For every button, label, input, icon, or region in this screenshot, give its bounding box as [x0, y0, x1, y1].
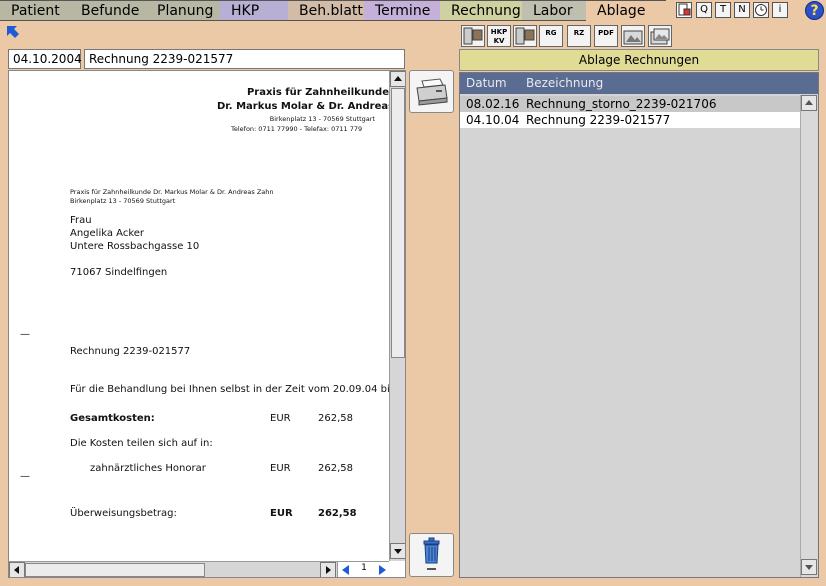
sender-line-1: Praxis für Zahnheilkunde Dr. Markus Mola… — [70, 188, 274, 196]
tab-ablage[interactable]: Ablage — [586, 0, 666, 22]
split-text: Die Kosten teilen sich auf in: — [70, 438, 213, 449]
back-arrow-icon[interactable] — [6, 25, 20, 39]
document-horizontal-scrollbar[interactable]: 1 — [9, 561, 389, 577]
total-value: 262,58 — [318, 413, 353, 424]
trash-icon — [423, 537, 440, 570]
fold-mark-2: — — [20, 471, 30, 482]
next-page-icon[interactable] — [376, 564, 388, 577]
document-vertical-scrollbar[interactable] — [389, 71, 405, 561]
notes-icon[interactable] — [676, 2, 692, 18]
recipient-salutation: Frau — [70, 215, 92, 226]
archive-doc1-icon[interactable] — [461, 25, 485, 47]
recipient-name: Angelika Acker — [70, 228, 145, 239]
print-button[interactable] — [409, 70, 454, 113]
pdf-icon[interactable]: PDF — [594, 25, 618, 47]
t-button[interactable]: T — [715, 2, 731, 18]
horizontal-scroll-thumb[interactable] — [25, 563, 205, 577]
info-button[interactable]: i — [772, 2, 788, 18]
archive-list-scrollbar[interactable] — [800, 95, 817, 577]
archive-row-date: 08.02.16 — [466, 97, 520, 111]
treatment-text: Für die Behandlung bei Ihnen selbst in d… — [70, 384, 389, 395]
help-button[interactable]: ? — [805, 1, 824, 20]
tab-rechnung[interactable]: Rechnung — [440, 0, 526, 21]
archive-row-name: Rechnung 2239-021577 — [526, 113, 671, 127]
recipient-street: Untere Rossbachgasse 10 — [70, 241, 200, 252]
document-preview: Praxis für Zahnheilkunde Dr. Markus Mola… — [8, 70, 406, 578]
tab-beh-blatt[interactable]: Beh.blatt — [288, 0, 368, 21]
rg-icon[interactable]: RG — [539, 25, 563, 47]
practice-phone: Telefon: 0711 77990 - Telefax: 0711 779 — [231, 125, 363, 133]
total-label: Gesamtkosten: — [70, 413, 155, 424]
archive-row[interactable]: 04.10.04 Rechnung 2239-021577 — [460, 112, 800, 128]
clock-icon[interactable] — [753, 2, 769, 18]
total-currency: EUR — [270, 413, 291, 424]
scroll-up-button[interactable] — [390, 71, 405, 87]
photo-icon[interactable] — [621, 25, 645, 47]
practice-name: Praxis für Zahnheilkunde — [246, 87, 389, 98]
n-button[interactable]: N — [734, 2, 750, 18]
fee-value: 262,58 — [318, 463, 353, 474]
list-scroll-up-button[interactable] — [801, 95, 817, 111]
vertical-scroll-thumb[interactable] — [391, 88, 405, 358]
previous-page-icon[interactable] — [340, 564, 352, 577]
document-page: Praxis für Zahnheilkunde Dr. Markus Mola… — [9, 71, 389, 561]
document-title-field[interactable]: Rechnung 2239-021577 — [84, 49, 405, 69]
q-button[interactable]: Q — [696, 2, 712, 18]
practice-doctors: Dr. Markus Molar & Dr. Andreas Z — [217, 101, 389, 112]
tab-patient[interactable]: Patient — [0, 0, 74, 21]
practice-address: Birkenplatz 13 - 70569 Stuttgart — [269, 115, 375, 123]
column-header-date[interactable]: Datum — [466, 76, 507, 90]
archive-row-date: 04.10.04 — [466, 113, 520, 127]
tab-planung[interactable]: Planung — [146, 0, 224, 21]
invoice-title: Rechnung 2239-021577 — [70, 346, 191, 357]
fee-label: zahnärztliches Honorar — [90, 463, 206, 474]
document-date-field[interactable]: 04.10.2004 — [8, 49, 82, 69]
recipient-city: 71067 Sindelfingen — [70, 267, 168, 278]
archive-row[interactable]: 08.02.16 Rechnung_storno_2239-021706 — [460, 96, 800, 112]
column-header-name[interactable]: Bezeichnung — [526, 76, 603, 90]
delete-button[interactable] — [409, 533, 454, 577]
archive-doc2-icon[interactable] — [513, 25, 537, 47]
tab-bar: Patient Befunde Planung HKP Beh.blatt Te… — [0, 0, 826, 22]
scroll-right-button[interactable] — [320, 562, 336, 577]
scroll-left-button[interactable] — [9, 562, 25, 577]
archive-title: Ablage Rechnungen — [459, 49, 819, 71]
rz-icon[interactable]: RZ — [567, 25, 591, 47]
page-navigator: 1 — [337, 562, 389, 577]
photo-group-icon[interactable] — [648, 25, 672, 47]
transfer-currency: EUR — [270, 508, 293, 519]
sender-line-2: Birkenplatz 13 - 70569 Stuttgart — [70, 197, 176, 205]
archive-list: Datum Bezeichnung 08.02.16 Rechnung_stor… — [459, 72, 819, 578]
tab-termine[interactable]: Termine — [364, 0, 444, 21]
archive-list-header: Datum Bezeichnung — [460, 73, 818, 94]
transfer-value: 262,58 — [318, 508, 357, 519]
page-number: 1 — [361, 563, 367, 573]
scroll-down-button[interactable] — [390, 543, 405, 559]
transfer-label: Überweisungsbetrag: — [70, 508, 177, 519]
printer-icon — [416, 78, 448, 106]
hkp-kv-icon[interactable]: HKP KV — [487, 25, 511, 47]
list-scroll-down-button[interactable] — [801, 559, 817, 575]
fold-mark-1: — — [20, 329, 30, 340]
tab-befunde[interactable]: Befunde — [70, 0, 150, 21]
tab-labor[interactable]: Labor — [522, 0, 590, 21]
archive-row-name: Rechnung_storno_2239-021706 — [526, 97, 717, 111]
fee-currency: EUR — [270, 463, 291, 474]
tab-hkp[interactable]: HKP — [220, 0, 292, 21]
